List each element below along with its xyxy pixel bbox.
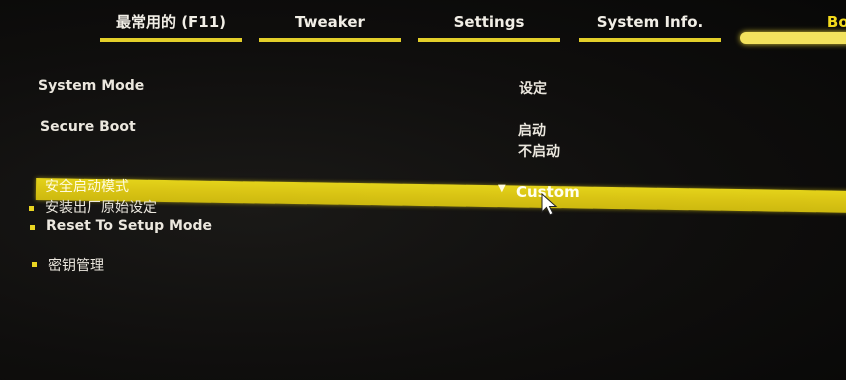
secure-boot-value-disabled[interactable]: 不启动 [518,141,560,161]
tab-system-info-label: System Info. [596,13,704,31]
secure-boot-label[interactable]: Secure Boot [40,119,136,135]
tab-system-info-underline [579,38,721,42]
install-defaults-item[interactable]: 安装出厂原始设定 [45,197,157,217]
system-mode-label: System Mode [38,78,145,94]
bullet-icon [30,225,35,230]
tab-tweaker-underline [259,38,401,42]
tab-system-info[interactable]: System Info. [579,10,721,42]
selection-highlight [35,178,846,214]
system-mode-value: 设定 [519,81,547,97]
tab-favorites[interactable]: 最常用的 (F11) [100,10,242,42]
secure-boot-mode-label[interactable]: 安全启动模式 [45,176,129,196]
secure-boot-value-enabled[interactable]: 启动 [518,120,546,140]
bullet-icon [29,206,34,211]
bullet-icon [32,262,37,267]
reset-setup-mode-item[interactable]: Reset To Setup Mode [46,218,212,234]
tab-settings-label: Settings [453,13,525,31]
chevron-down-icon[interactable]: ▼ [498,183,506,194]
tab-tweaker-label: Tweaker [295,13,365,31]
tab-favorites-underline [100,38,242,42]
tab-boot-label: Boot [826,13,846,31]
tab-favorites-label: 最常用的 (F11) [115,13,227,31]
tab-tweaker[interactable]: Tweaker [259,10,401,42]
key-management-item[interactable]: 密钥管理 [48,255,104,275]
tab-settings[interactable]: Settings [418,10,560,42]
mouse-pointer-icon [541,193,558,216]
tab-settings-underline [418,38,560,42]
tab-boot[interactable]: Boot [740,10,846,44]
bios-screen: 最常用的 (F11) Tweaker Settings System Info.… [0,0,846,380]
tab-boot-label-wrap: Boot [740,10,846,34]
